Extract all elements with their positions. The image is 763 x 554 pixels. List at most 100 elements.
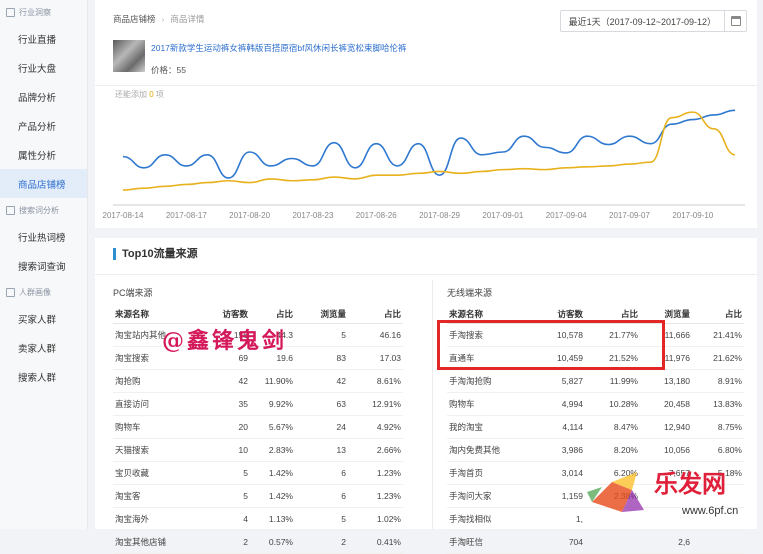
table-row: 天猫搜索 10 2.83% 13 2.66% [113, 438, 403, 462]
breadcrumb-root[interactable]: 商品店铺榜 [113, 13, 156, 25]
table-cell: 1.23% [348, 461, 403, 485]
table-cell: 17.03 [348, 346, 403, 370]
table-cell: 2.83% [250, 438, 295, 462]
source-name-cell[interactable]: 淘宝客 [113, 484, 205, 508]
sidebar-item[interactable]: 卖家人群 [0, 333, 87, 362]
product-title-link[interactable]: 2017新款学生运动裤女裤韩版百搭原宿bf风休闲长裤宽松束脚哈伦裤 [151, 42, 407, 54]
sidebar-group-header: 搜索词分析 [0, 198, 87, 222]
column-header: 访客数 [205, 305, 250, 324]
x-tick-label: 2017-08-17 [166, 211, 207, 220]
table-row: 购物车 20 5.67% 24 4.92% [113, 415, 403, 439]
table-divider [432, 280, 433, 529]
table-cell: 13,180 [640, 369, 692, 393]
sidebar-item[interactable]: 行业热词榜 [0, 222, 87, 251]
sidebar-item[interactable]: 买家人群 [0, 304, 87, 333]
sidebar: 行业洞察 行业直播 行业大盘 品牌分析 产品分析 属性分析 商品店铺榜 搜索词分析 行业热词榜搜… [0, 0, 88, 529]
table-cell: 10 [205, 438, 250, 462]
source-name-cell[interactable]: 淘抢购 [113, 369, 205, 393]
column-header: 占比 [692, 305, 744, 324]
sidebar-item[interactable]: 属性分析 [0, 140, 87, 169]
product-price: 价格：55 [151, 65, 186, 75]
source-name-cell[interactable]: 淘宝海外 [113, 507, 205, 531]
table-row: 手淘淘抢购 5,827 11.99% 13,180 8.91% [447, 369, 744, 393]
series-line-0 [122, 109, 736, 179]
chart-hint-unit: 项 [155, 90, 164, 99]
chart-hint-count: 0 [149, 90, 154, 99]
sidebar-item[interactable]: 搜索词查询 [0, 251, 87, 280]
table-row: 购物车 4,994 10.28% 20,458 13.83% [447, 392, 744, 416]
table-cell: 12.91% [348, 392, 403, 416]
source-name-cell[interactable]: 手淘找相似 [447, 507, 525, 531]
calendar-icon[interactable] [724, 11, 746, 31]
column-header: 来源名称 [113, 305, 205, 324]
sidebar-item[interactable]: 品牌分析 [0, 82, 87, 111]
table-cell: 5 [205, 484, 250, 508]
source-name-cell[interactable]: 直接访问 [113, 392, 205, 416]
sidebar-item[interactable]: 搜索人群 [0, 362, 87, 391]
series-line-1 [122, 111, 736, 191]
table-cell: 13.83% [692, 392, 744, 416]
table-cell: 35 [205, 392, 250, 416]
chart-hint: 还能添加 0 项 [115, 89, 164, 100]
table-cell: 6.80% [692, 438, 744, 462]
table-cell: 1.42% [250, 484, 295, 508]
x-tick-label: 2017-08-14 [103, 211, 144, 220]
table-row: 我的淘宝 4,114 8.47% 12,940 8.75% [447, 415, 744, 439]
table-cell: 13 [295, 438, 348, 462]
table-cell: 8.47% [585, 415, 640, 439]
table-row: 手淘旺信 704 2,6 [447, 530, 744, 554]
product-thumbnail[interactable] [113, 40, 145, 72]
sidebar-item[interactable]: 产品分析 [0, 111, 87, 140]
x-tick-label: 2017-09-04 [546, 211, 587, 220]
x-tick-label: 2017-09-10 [672, 211, 713, 220]
breadcrumb: 商品店铺榜 › 商品详情 [113, 13, 204, 25]
table-cell: 4 [205, 507, 250, 531]
table-cell: 12,940 [640, 415, 692, 439]
table-cell: 4,114 [525, 415, 585, 439]
table-cell: 83 [295, 346, 348, 370]
source-name-cell[interactable]: 手淘首页 [447, 461, 525, 485]
table-row: 淘宝其他店铺 2 0.57% 2 0.41% [113, 530, 403, 554]
table-cell: 2 [295, 530, 348, 554]
sidebar-item[interactable]: 行业直播 [0, 24, 87, 53]
table-row: 淘抢购 42 11.90% 42 8.61% [113, 369, 403, 393]
pc-table-title: PC端来源 [113, 288, 153, 298]
table-cell: 5,827 [525, 369, 585, 393]
table-cell: 46.16 [348, 323, 403, 347]
source-name-cell[interactable]: 淘宝其他店铺 [113, 530, 205, 554]
date-range-picker[interactable]: 最近1天（2017-09-12~2017-09-12） [559, 10, 747, 32]
source-name-cell[interactable]: 我的淘宝 [447, 415, 525, 439]
table-cell: 1.02% [348, 507, 403, 531]
source-name-cell[interactable]: 宝贝收藏 [113, 461, 205, 485]
source-name-cell[interactable]: 淘内免费其他 [447, 438, 525, 462]
sidebar-item[interactable]: 商品店铺榜 [0, 169, 87, 198]
source-name-cell[interactable]: 手淘旺信 [447, 530, 525, 554]
product-header: 商品店铺榜 › 商品详情 最近1天（2017-09-12~2017-09-12）… [95, 0, 757, 86]
sidebar-group-label: 人群画像 [19, 287, 51, 297]
product-info: 2017新款学生运动裤女裤韩版百搭原宿bf风休闲长裤宽松束脚哈伦裤 价格：55 [113, 40, 407, 76]
column-header: 占比 [250, 305, 295, 324]
x-tick-label: 2017-08-20 [229, 211, 270, 220]
source-name-cell[interactable]: 购物车 [447, 392, 525, 416]
table-cell: 42 [295, 369, 348, 393]
table-row: 直接访问 35 9.92% 63 12.91% [113, 392, 403, 416]
column-header: 浏览量 [295, 305, 348, 324]
source-name-cell[interactable]: 购物车 [113, 415, 205, 439]
table-cell: 4.92% [348, 415, 403, 439]
main-panel: 商品店铺榜 › 商品详情 最近1天（2017-09-12~2017-09-12）… [95, 0, 757, 554]
source-name-cell[interactable]: 天猫搜索 [113, 438, 205, 462]
table-cell: 1,159 [525, 484, 585, 508]
table-cell: 1.23% [348, 484, 403, 508]
section-title: Top10流量来源 [113, 248, 198, 260]
table-cell: 9.92% [250, 392, 295, 416]
table-cell: 3,986 [525, 438, 585, 462]
table-cell: 1.42% [250, 461, 295, 485]
breadcrumb-current: 商品详情 [170, 14, 205, 24]
table-cell [692, 530, 744, 554]
table-cell: 5.67% [250, 415, 295, 439]
sidebar-item[interactable]: 行业大盘 [0, 53, 87, 82]
brand-logo: 乐发网 www.6pf.cn [587, 469, 738, 517]
source-name-cell[interactable]: 手淘问大家 [447, 484, 525, 508]
source-name-cell[interactable]: 手淘淘抢购 [447, 369, 525, 393]
table-cell: 24 [295, 415, 348, 439]
